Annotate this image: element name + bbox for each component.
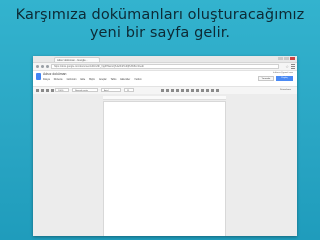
list-icon[interactable] [201, 89, 204, 92]
menu-araclar[interactable]: Araçlar [99, 78, 107, 81]
indent-icon[interactable] [211, 89, 214, 92]
redo-icon[interactable] [46, 89, 49, 92]
menu-ekle[interactable]: Ekle [81, 78, 86, 81]
bullet-list-icon[interactable] [206, 89, 209, 92]
toolbar-left-icons [36, 89, 54, 92]
window-controls [278, 57, 295, 60]
font-select[interactable]: Arial [101, 88, 121, 92]
style-select[interactable]: Normal metin [72, 88, 98, 92]
menu-dosya[interactable]: Dosya [43, 78, 50, 81]
menu-bar: Dosya Düzenle Görünüm Ekle Biçim Araçlar… [43, 78, 142, 81]
clear-format-icon[interactable] [216, 89, 219, 92]
paint-format-icon[interactable] [51, 89, 54, 92]
url-input[interactable]: https://docs.google.com/document/d/1Kv9F… [51, 64, 279, 69]
menu-icon[interactable] [291, 64, 295, 69]
align-icon[interactable] [191, 89, 194, 92]
browser-screenshot: Adsız doküman - Google... https://docs.g… [33, 56, 297, 236]
star-icon[interactable]: ☆ [285, 64, 289, 69]
line-spacing-icon[interactable] [196, 89, 199, 92]
slide-title-line1: Karşımıza dokümanları oluşturacağımız [15, 7, 305, 23]
menu-yardim[interactable]: Yardım [134, 78, 142, 81]
menu-gorunum[interactable]: Görünüm [67, 78, 77, 81]
account-email[interactable]: kullanici@gmail.com [273, 72, 293, 74]
underline-icon[interactable] [171, 89, 174, 92]
blank-page[interactable] [103, 101, 226, 236]
close-icon[interactable] [290, 57, 295, 60]
address-row: https://docs.google.com/document/d/1Kv9F… [33, 63, 297, 71]
link-icon[interactable] [181, 89, 184, 92]
italic-icon[interactable] [166, 89, 169, 92]
menu-tablo[interactable]: Tablo [111, 78, 117, 81]
ruler[interactable] [103, 96, 226, 100]
print-icon[interactable] [36, 89, 39, 92]
doc-title[interactable]: Adsız doküman [43, 72, 66, 76]
bold-icon[interactable] [161, 89, 164, 92]
menu-bicim[interactable]: Biçim [89, 78, 95, 81]
zoom-select[interactable]: 100% [55, 88, 69, 92]
back-icon[interactable] [36, 65, 39, 68]
font-size-select[interactable]: 11 [124, 88, 134, 92]
undo-icon[interactable] [41, 89, 44, 92]
menu-duzenle[interactable]: Düzenle [54, 78, 63, 81]
menu-eklentiler[interactable]: Eklentiler [120, 78, 130, 81]
comments-button[interactable]: Yorumlar [258, 76, 274, 81]
forward-icon[interactable] [41, 65, 44, 68]
docs-logo-icon[interactable] [36, 73, 41, 80]
maximize-icon[interactable] [284, 57, 289, 60]
browser-tab[interactable]: Adsız doküman - Google... [54, 57, 100, 62]
slide-title: Karşımıza dokümanları oluşturacağımız ye… [0, 6, 320, 42]
slide-title-line2: yeni bir sayfa gelir. [89, 25, 231, 41]
share-button[interactable]: Paylaş [276, 76, 293, 81]
document-canvas [33, 94, 297, 236]
reload-icon[interactable] [46, 65, 49, 68]
comment-icon[interactable] [186, 89, 189, 92]
nav-buttons [36, 65, 49, 68]
docs-header: Adsız doküman Dosya Düzenle Görünüm Ekle… [33, 71, 297, 85]
toolbar-format-icons [161, 89, 219, 92]
browser-tab-strip: Adsız doküman - Google... [33, 56, 297, 63]
text-color-icon[interactable] [176, 89, 179, 92]
minimize-icon[interactable] [278, 57, 283, 60]
edit-mode-select[interactable]: Düzenleme [280, 88, 291, 93]
